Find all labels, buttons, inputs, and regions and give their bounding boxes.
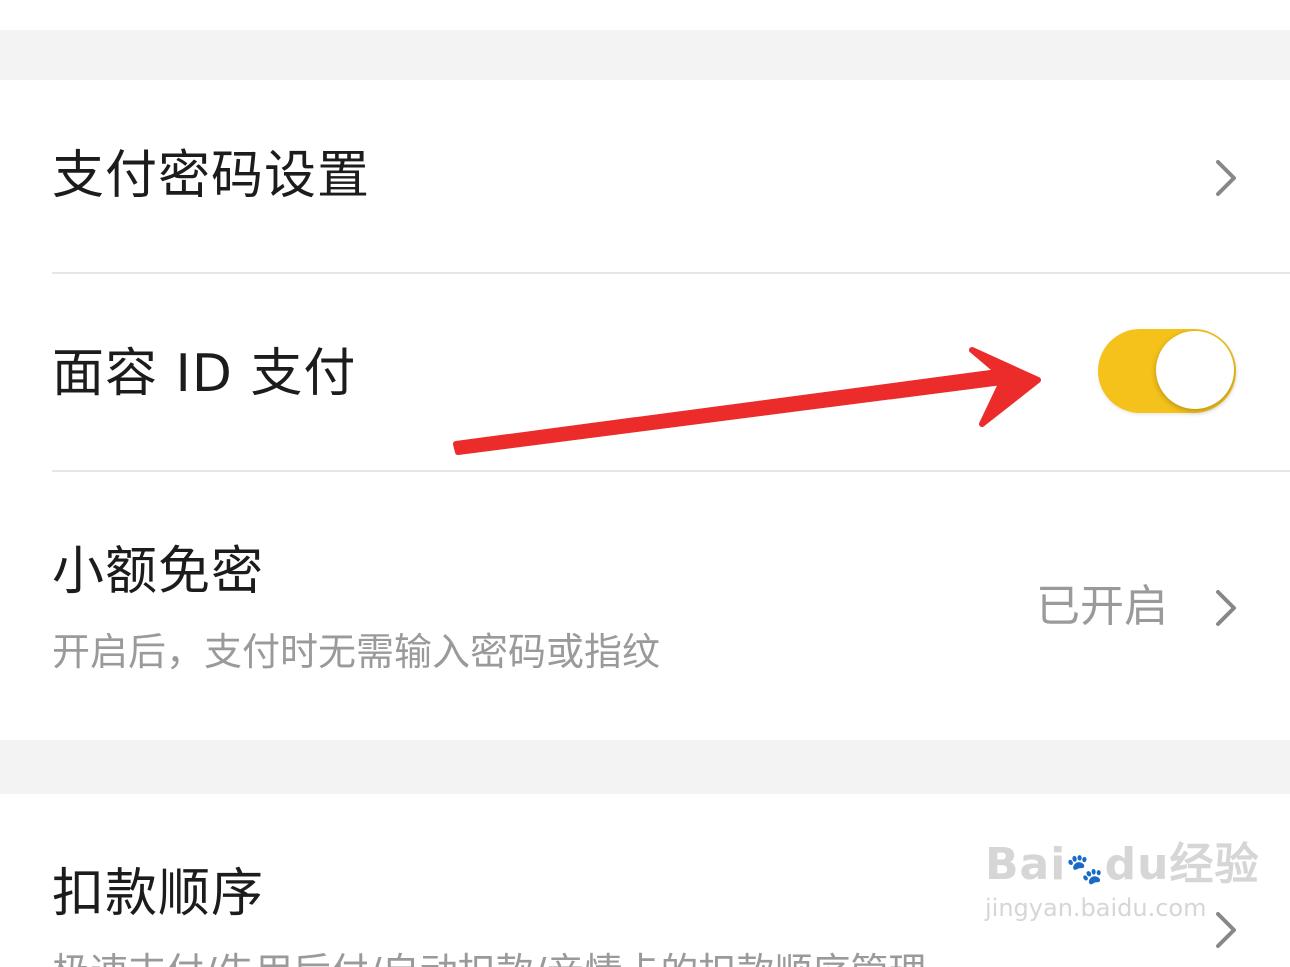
chevron-right-icon bbox=[1206, 154, 1246, 202]
top-strip bbox=[0, 0, 1290, 30]
face-id-toggle[interactable] bbox=[1098, 329, 1236, 413]
small-amount-title: 小额免密 bbox=[52, 542, 265, 602]
deduct-order-subtitle: 极速支付/先用后付/自动扣款/亲情卡的扣款顺序管理 bbox=[52, 950, 926, 967]
row-pay-password[interactable]: 支付密码设置 bbox=[0, 80, 1290, 272]
section-gap-top bbox=[0, 30, 1290, 80]
row-small-amount[interactable]: 小额免密 开启后，支付时无需输入密码或指纹 已开启 bbox=[0, 472, 1290, 740]
deduct-order-title: 扣款顺序 bbox=[52, 864, 265, 924]
watermark-brand: Bai bbox=[985, 839, 1067, 890]
toggle-knob bbox=[1156, 331, 1234, 409]
row-face-id: 面容 ID 支付 bbox=[0, 274, 1290, 470]
paw-icon: 🐾 bbox=[1066, 852, 1105, 887]
face-id-title: 面容 ID 支付 bbox=[52, 344, 357, 404]
small-amount-subtitle: 开启后，支付时无需输入密码或指纹 bbox=[52, 630, 661, 674]
small-amount-status: 已开启 bbox=[1036, 581, 1168, 632]
chevron-right-icon bbox=[1206, 584, 1246, 632]
watermark-url: jingyan.baidu.com bbox=[985, 894, 1207, 922]
pay-password-title: 支付密码设置 bbox=[52, 146, 371, 206]
watermark-cn: 经验 bbox=[1169, 839, 1260, 890]
watermark-paw: du bbox=[1104, 839, 1170, 890]
section-gap bbox=[0, 740, 1290, 794]
watermark: Bai🐾du经验 jingyan.baidu.com bbox=[985, 828, 1260, 922]
